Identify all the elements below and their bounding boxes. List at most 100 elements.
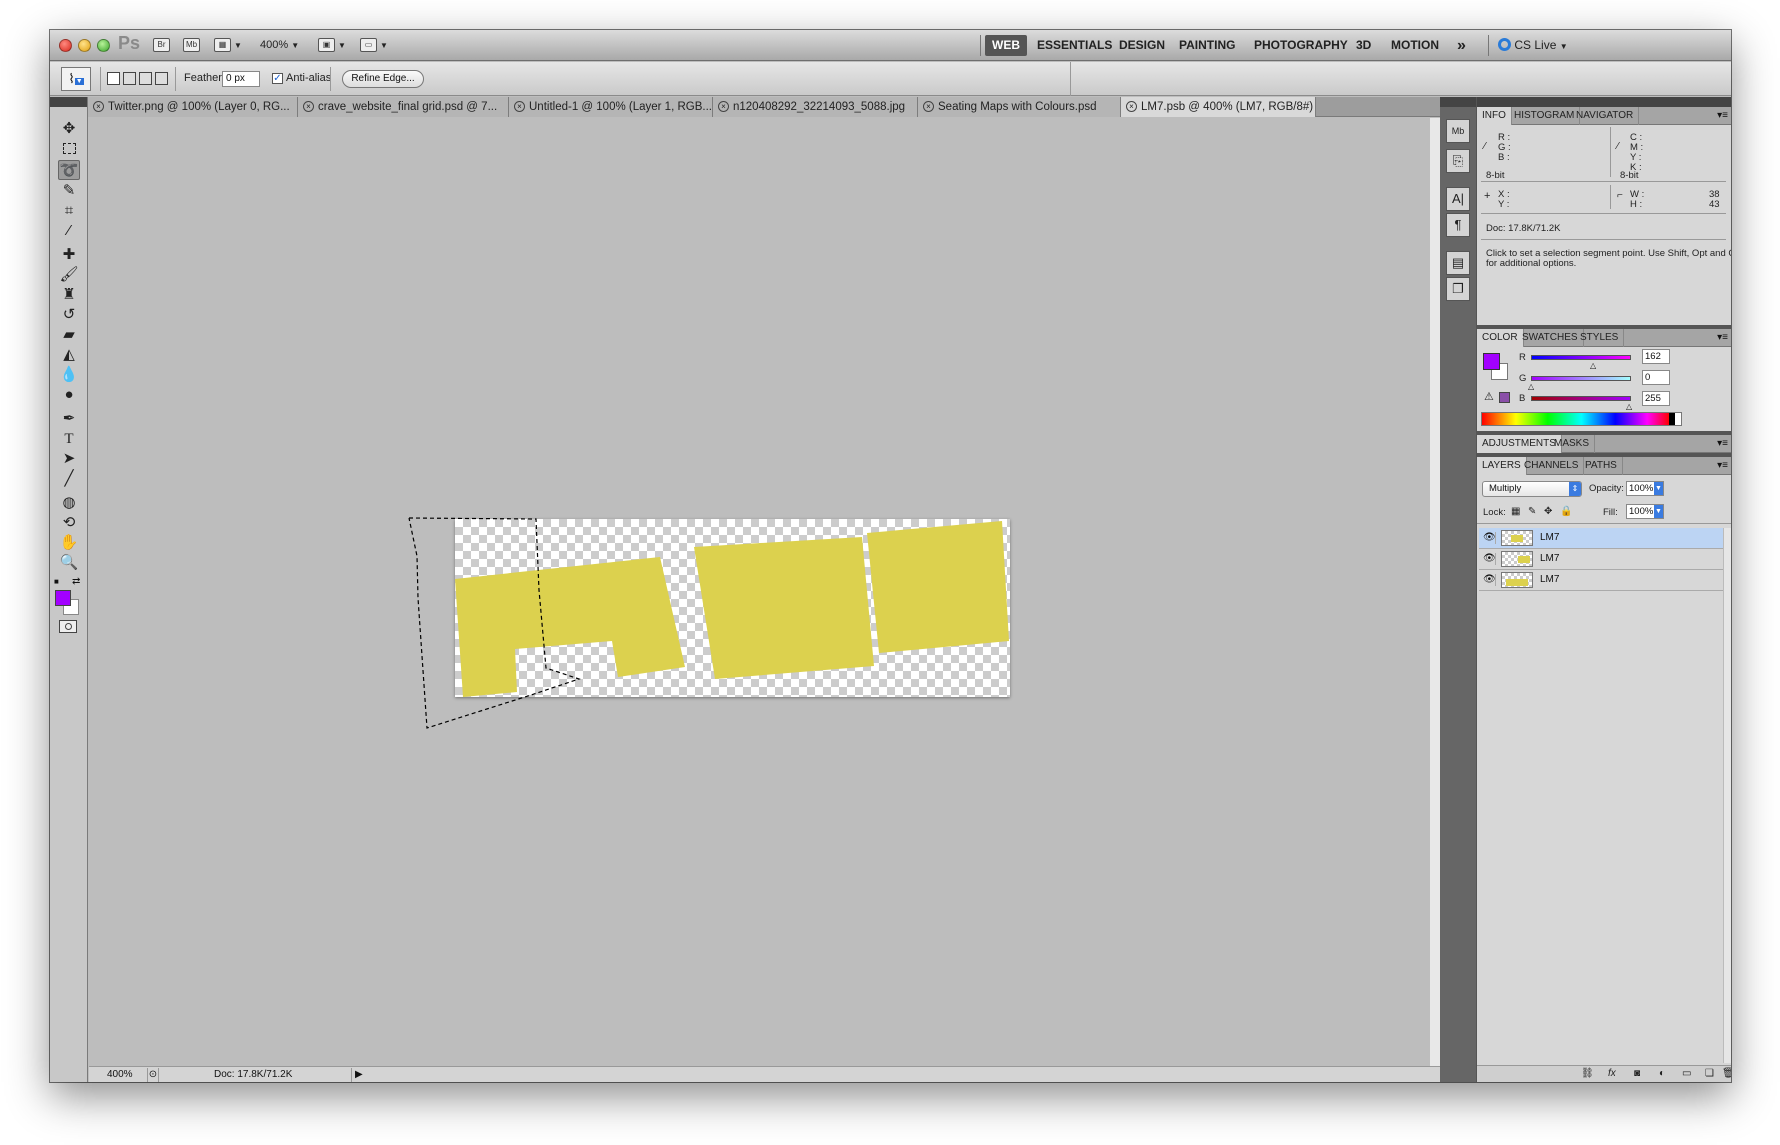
new-layer-icon[interactable]: ❏ <box>1705 1068 1714 1079</box>
green-value-input[interactable]: 0 <box>1642 370 1670 385</box>
bridge-icon[interactable]: Br <box>153 38 170 52</box>
minimize-window-button[interactable] <box>78 39 91 52</box>
close-tab-icon[interactable]: × <box>514 101 525 112</box>
screen-mode-dropdown[interactable]: ▼ <box>380 36 388 55</box>
close-tab-icon[interactable]: × <box>718 101 729 112</box>
notes-panel-icon[interactable]: ▤ <box>1446 251 1470 275</box>
layer-comps-panel-icon[interactable]: ❐ <box>1446 277 1470 301</box>
workspace-design[interactable]: DESIGN <box>1112 35 1172 56</box>
intersect-selection-icon[interactable] <box>155 72 168 85</box>
pen-tool-icon[interactable]: ✒ <box>58 409 80 429</box>
eye-icon[interactable]: 👁 <box>1483 574 1496 586</box>
swap-colors-icon[interactable]: ⇄ <box>72 576 80 587</box>
red-slider-thumb[interactable]: △ <box>1590 361 1596 370</box>
path-selection-tool-icon[interactable]: ➤ <box>58 449 80 469</box>
lock-pixels-icon[interactable]: ✎ <box>1528 506 1536 517</box>
quick-mask-icon[interactable] <box>59 620 77 633</box>
tab-histogram[interactable]: HISTOGRAM <box>1509 107 1581 125</box>
quick-selection-tool-icon[interactable]: ✎ <box>58 181 80 201</box>
mini-bridge-panel-icon[interactable]: Mb <box>1446 119 1470 143</box>
tab-twitter[interactable]: × Twitter.png @ 100% (Layer 0, RG... <box>88 97 298 117</box>
eye-icon[interactable]: 👁 <box>1483 532 1496 544</box>
layers-scrollbar[interactable] <box>1723 528 1731 1063</box>
zoom-tool-icon[interactable]: 🔍 <box>58 553 80 573</box>
history-panel-icon[interactable]: ⎘ <box>1446 149 1470 173</box>
view-extras-icon[interactable]: ▦ <box>214 38 231 52</box>
workspace-3d[interactable]: 3D <box>1349 35 1378 56</box>
close-tab-icon[interactable]: × <box>93 101 104 112</box>
paragraph-panel-icon[interactable]: ¶ <box>1446 213 1470 237</box>
3d-orbit-tool-icon[interactable]: ⟲ <box>58 513 80 533</box>
lasso-tool-icon[interactable]: ➰ <box>58 160 80 180</box>
dodge-tool-icon[interactable]: ● <box>58 385 80 405</box>
arrange-documents-dropdown[interactable]: ▼ <box>338 36 346 55</box>
zoom-level-dropdown[interactable]: 400% ▼ <box>260 36 299 55</box>
blend-mode-select[interactable]: Multiply ⇕ <box>1482 481 1582 497</box>
tools-panel-header[interactable] <box>50 97 87 107</box>
screen-mode-icon[interactable]: ▭ <box>360 38 377 52</box>
default-colors-icon[interactable]: ■ <box>54 577 59 586</box>
workspace-essentials[interactable]: ESSENTIALS <box>1030 35 1119 56</box>
chevron-down-icon[interactable]: ▼ <box>1654 482 1663 495</box>
blur-tool-icon[interactable]: 💧 <box>58 365 80 385</box>
type-tool-icon[interactable]: T <box>58 429 80 449</box>
line-tool-icon[interactable]: ╱ <box>58 469 80 489</box>
tab-info[interactable]: INFO <box>1477 107 1512 125</box>
subtract-from-selection-icon[interactable] <box>139 72 152 85</box>
move-tool-icon[interactable]: ✥ <box>58 119 80 139</box>
red-slider[interactable] <box>1531 355 1631 360</box>
gamut-warning-icon[interactable]: ⚠ <box>1484 390 1494 403</box>
layer-row[interactable]: 👁 LM7 <box>1479 570 1724 591</box>
blue-value-input[interactable]: 255 <box>1642 391 1670 406</box>
panel-menu-icon[interactable]: ▾≡ <box>1717 332 1728 343</box>
tab-n120408292[interactable]: × n120408292_32214093_5088.jpg <box>713 97 918 117</box>
healing-brush-tool-icon[interactable]: ✚ <box>58 245 80 265</box>
trash-icon[interactable]: 🗑 <box>1722 1068 1731 1079</box>
workspace-painting[interactable]: PAINTING <box>1172 35 1242 56</box>
marquee-tool-icon[interactable] <box>58 140 80 160</box>
close-tab-icon[interactable]: × <box>923 101 934 112</box>
tab-swatches[interactable]: SWATCHES <box>1517 329 1584 347</box>
3d-rotate-tool-icon[interactable]: ◍ <box>58 493 80 513</box>
panel-menu-icon[interactable]: ▾≡ <box>1717 438 1728 449</box>
add-mask-icon[interactable]: ◙ <box>1634 1068 1640 1079</box>
opacity-input[interactable]: 100% ▼ <box>1626 481 1664 496</box>
mini-bridge-icon[interactable]: Mb <box>183 38 200 52</box>
close-window-button[interactable] <box>59 39 72 52</box>
tab-crave-website[interactable]: × crave_website_final grid.psd @ 7... <box>298 97 509 117</box>
document-canvas[interactable] <box>89 118 1440 1066</box>
crop-tool-icon[interactable]: ⌗ <box>58 201 80 221</box>
hand-tool-icon[interactable]: ✋ <box>58 533 80 553</box>
zoom-window-button[interactable] <box>97 39 110 52</box>
lock-transparency-icon[interactable]: ▦ <box>1511 506 1520 517</box>
panel-menu-icon[interactable]: ▾≡ <box>1717 110 1728 121</box>
fill-input[interactable]: 100% ▼ <box>1626 504 1664 519</box>
close-tab-icon[interactable]: × <box>1126 101 1137 112</box>
red-value-input[interactable]: 162 <box>1642 349 1670 364</box>
link-layers-icon[interactable]: ⛓ <box>1581 1068 1594 1079</box>
green-slider[interactable] <box>1531 376 1631 381</box>
layer-row[interactable]: 👁 LM7 <box>1479 528 1724 549</box>
character-panel-icon[interactable]: A| <box>1446 187 1470 211</box>
tab-untitled[interactable]: × Untitled-1 @ 100% (Layer 1, RGB... <box>509 97 713 117</box>
more-workspaces-button[interactable]: » <box>1450 35 1473 56</box>
status-zoom[interactable]: 400% <box>107 1068 147 1082</box>
refine-edge-button[interactable]: Refine Edge... <box>342 70 424 88</box>
layer-row[interactable]: 👁 LM7 <box>1479 549 1724 570</box>
foreground-color-chip[interactable] <box>1483 353 1500 370</box>
workspace-web[interactable]: WEB <box>985 35 1027 56</box>
tab-navigator[interactable]: NAVIGATOR <box>1571 107 1640 125</box>
layer-style-icon[interactable]: fx <box>1608 1068 1616 1079</box>
adjustment-layer-icon[interactable]: ◐ <box>1659 1068 1665 1079</box>
view-extras-dropdown[interactable]: ▼ <box>234 36 242 55</box>
new-selection-icon[interactable] <box>107 72 120 85</box>
add-to-selection-icon[interactable] <box>123 72 136 85</box>
lock-position-icon[interactable]: ✥ <box>1544 506 1552 517</box>
blue-slider-thumb[interactable]: △ <box>1626 402 1632 411</box>
clone-stamp-tool-icon[interactable]: ♜ <box>58 285 80 305</box>
cs-live-menu[interactable]: CS Live ▼ <box>1498 36 1568 55</box>
eyedropper-tool-icon[interactable]: ⁄ <box>58 221 80 241</box>
green-slider-thumb[interactable]: △ <box>1528 382 1534 391</box>
history-brush-tool-icon[interactable]: ↺ <box>58 305 80 325</box>
chevron-down-icon[interactable]: ▼ <box>1654 505 1663 518</box>
